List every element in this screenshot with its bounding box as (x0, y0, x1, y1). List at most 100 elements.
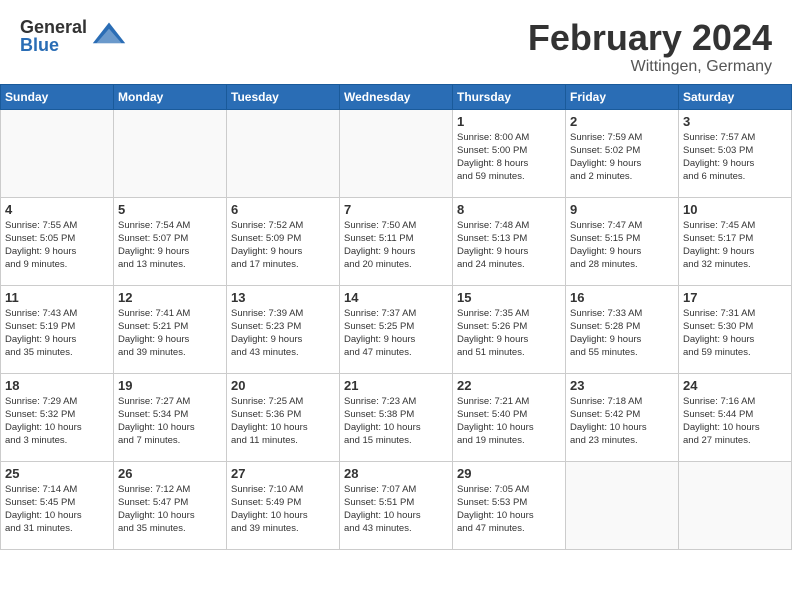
logo-blue: Blue (20, 36, 87, 54)
calendar-cell (679, 461, 792, 549)
day-info: Sunrise: 7:39 AM Sunset: 5:23 PM Dayligh… (231, 307, 335, 360)
day-number: 4 (5, 202, 109, 217)
weekday-header-row: SundayMondayTuesdayWednesdayThursdayFrid… (1, 84, 792, 109)
day-number: 21 (344, 378, 448, 393)
day-number: 22 (457, 378, 561, 393)
day-number: 14 (344, 290, 448, 305)
day-info: Sunrise: 7:45 AM Sunset: 5:17 PM Dayligh… (683, 219, 787, 272)
day-info: Sunrise: 7:59 AM Sunset: 5:02 PM Dayligh… (570, 131, 674, 184)
logo-icon (91, 18, 127, 54)
day-number: 28 (344, 466, 448, 481)
weekday-header-monday: Monday (114, 84, 227, 109)
day-info: Sunrise: 7:14 AM Sunset: 5:45 PM Dayligh… (5, 483, 109, 536)
title-block: February 2024 Wittingen, Germany (528, 18, 772, 76)
calendar-cell (340, 109, 453, 197)
calendar-cell (114, 109, 227, 197)
calendar-cell: 8 Sunrise: 7:48 AM Sunset: 5:13 PM Daylig… (453, 197, 566, 285)
day-info: Sunrise: 7:27 AM Sunset: 5:34 PM Dayligh… (118, 395, 222, 448)
calendar-week-row: 18 Sunrise: 7:29 AM Sunset: 5:32 PM Dayli… (1, 373, 792, 461)
month-title: February 2024 (528, 18, 772, 58)
day-number: 7 (344, 202, 448, 217)
logo: General Blue (20, 18, 127, 54)
calendar-cell: 3 Sunrise: 7:57 AM Sunset: 5:03 PM Daylig… (679, 109, 792, 197)
weekday-header-thursday: Thursday (453, 84, 566, 109)
calendar-cell: 4 Sunrise: 7:55 AM Sunset: 5:05 PM Daylig… (1, 197, 114, 285)
day-info: Sunrise: 7:37 AM Sunset: 5:25 PM Dayligh… (344, 307, 448, 360)
calendar-cell: 21 Sunrise: 7:23 AM Sunset: 5:38 PM Dayli… (340, 373, 453, 461)
calendar-cell: 12Sunrise: 7:41 AM Sunset: 5:21 PM Dayli… (114, 285, 227, 373)
day-number: 5 (118, 202, 222, 217)
calendar-cell: 28 Sunrise: 7:07 AM Sunset: 5:51 PM Dayli… (340, 461, 453, 549)
day-number: 2 (570, 114, 674, 129)
day-number: 8 (457, 202, 561, 217)
calendar-cell (1, 109, 114, 197)
day-info: Sunrise: 7:31 AM Sunset: 5:30 PM Dayligh… (683, 307, 787, 360)
weekday-header-wednesday: Wednesday (340, 84, 453, 109)
location-title: Wittingen, Germany (528, 58, 772, 76)
day-number: 10 (683, 202, 787, 217)
logo-text: General Blue (20, 18, 87, 54)
calendar-cell: 29Sunrise: 7:05 AM Sunset: 5:53 PM Dayli… (453, 461, 566, 549)
calendar-cell: 2 Sunrise: 7:59 AM Sunset: 5:02 PM Daylig… (566, 109, 679, 197)
day-info: Sunrise: 7:55 AM Sunset: 5:05 PM Dayligh… (5, 219, 109, 272)
day-info: Sunrise: 7:50 AM Sunset: 5:11 PM Dayligh… (344, 219, 448, 272)
day-number: 26 (118, 466, 222, 481)
day-number: 11 (5, 290, 109, 305)
calendar-cell: 14 Sunrise: 7:37 AM Sunset: 5:25 PM Dayli… (340, 285, 453, 373)
weekday-header-saturday: Saturday (679, 84, 792, 109)
calendar-cell: 17 Sunrise: 7:31 AM Sunset: 5:30 PM Dayli… (679, 285, 792, 373)
calendar-cell: 10 Sunrise: 7:45 AM Sunset: 5:17 PM Dayli… (679, 197, 792, 285)
day-info: Sunrise: 7:12 AM Sunset: 5:47 PM Dayligh… (118, 483, 222, 536)
calendar-cell: 1 Sunrise: 8:00 AM Sunset: 5:00 PM Daylig… (453, 109, 566, 197)
day-info: Sunrise: 7:10 AM Sunset: 5:49 PM Dayligh… (231, 483, 335, 536)
calendar-cell: 7 Sunrise: 7:50 AM Sunset: 5:11 PM Daylig… (340, 197, 453, 285)
day-number: 19 (118, 378, 222, 393)
calendar-cell: 22 Sunrise: 7:21 AM Sunset: 5:40 PM Dayli… (453, 373, 566, 461)
calendar-week-row: 4 Sunrise: 7:55 AM Sunset: 5:05 PM Daylig… (1, 197, 792, 285)
day-number: 23 (570, 378, 674, 393)
calendar-cell: 27 Sunrise: 7:10 AM Sunset: 5:49 PM Dayli… (227, 461, 340, 549)
day-number: 3 (683, 114, 787, 129)
calendar-cell: 26 Sunrise: 7:12 AM Sunset: 5:47 PM Dayli… (114, 461, 227, 549)
calendar-week-row: 11 Sunrise: 7:43 AM Sunset: 5:19 PM Dayli… (1, 285, 792, 373)
calendar-cell: 19 Sunrise: 7:27 AM Sunset: 5:34 PM Dayli… (114, 373, 227, 461)
day-info: Sunrise: 7:43 AM Sunset: 5:19 PM Dayligh… (5, 307, 109, 360)
calendar-table: SundayMondayTuesdayWednesdayThursdayFrid… (0, 84, 792, 550)
calendar-week-row: 25 Sunrise: 7:14 AM Sunset: 5:45 PM Dayli… (1, 461, 792, 549)
calendar-cell: 23Sunrise: 7:18 AM Sunset: 5:42 PM Dayli… (566, 373, 679, 461)
day-info: Sunrise: 7:33 AM Sunset: 5:28 PM Dayligh… (570, 307, 674, 360)
calendar-week-row: 1 Sunrise: 8:00 AM Sunset: 5:00 PM Daylig… (1, 109, 792, 197)
calendar-cell: 9 Sunrise: 7:47 AM Sunset: 5:15 PM Daylig… (566, 197, 679, 285)
day-number: 9 (570, 202, 674, 217)
day-number: 15 (457, 290, 561, 305)
day-info: Sunrise: 7:21 AM Sunset: 5:40 PM Dayligh… (457, 395, 561, 448)
calendar-cell: 15Sunrise: 7:35 AM Sunset: 5:26 PM Dayli… (453, 285, 566, 373)
calendar-cell (227, 109, 340, 197)
day-number: 18 (5, 378, 109, 393)
day-info: Sunrise: 7:48 AM Sunset: 5:13 PM Dayligh… (457, 219, 561, 272)
day-number: 20 (231, 378, 335, 393)
calendar-cell: 16 Sunrise: 7:33 AM Sunset: 5:28 PM Dayli… (566, 285, 679, 373)
day-info: Sunrise: 7:05 AM Sunset: 5:53 PM Dayligh… (457, 483, 561, 536)
day-info: Sunrise: 7:52 AM Sunset: 5:09 PM Dayligh… (231, 219, 335, 272)
logo-general: General (20, 18, 87, 36)
day-info: Sunrise: 7:29 AM Sunset: 5:32 PM Dayligh… (5, 395, 109, 448)
calendar-cell: 24Sunrise: 7:16 AM Sunset: 5:44 PM Dayli… (679, 373, 792, 461)
calendar-cell: 6 Sunrise: 7:52 AM Sunset: 5:09 PM Daylig… (227, 197, 340, 285)
day-number: 27 (231, 466, 335, 481)
day-info: Sunrise: 8:00 AM Sunset: 5:00 PM Dayligh… (457, 131, 561, 184)
calendar-cell: 13Sunrise: 7:39 AM Sunset: 5:23 PM Dayli… (227, 285, 340, 373)
page-header: General Blue February 2024 Wittingen, Ge… (0, 0, 792, 84)
day-info: Sunrise: 7:47 AM Sunset: 5:15 PM Dayligh… (570, 219, 674, 272)
day-number: 25 (5, 466, 109, 481)
day-number: 17 (683, 290, 787, 305)
day-info: Sunrise: 7:57 AM Sunset: 5:03 PM Dayligh… (683, 131, 787, 184)
day-number: 24 (683, 378, 787, 393)
day-number: 16 (570, 290, 674, 305)
day-info: Sunrise: 7:23 AM Sunset: 5:38 PM Dayligh… (344, 395, 448, 448)
calendar-cell: 20Sunrise: 7:25 AM Sunset: 5:36 PM Dayli… (227, 373, 340, 461)
weekday-header-tuesday: Tuesday (227, 84, 340, 109)
day-number: 1 (457, 114, 561, 129)
day-info: Sunrise: 7:07 AM Sunset: 5:51 PM Dayligh… (344, 483, 448, 536)
day-number: 6 (231, 202, 335, 217)
